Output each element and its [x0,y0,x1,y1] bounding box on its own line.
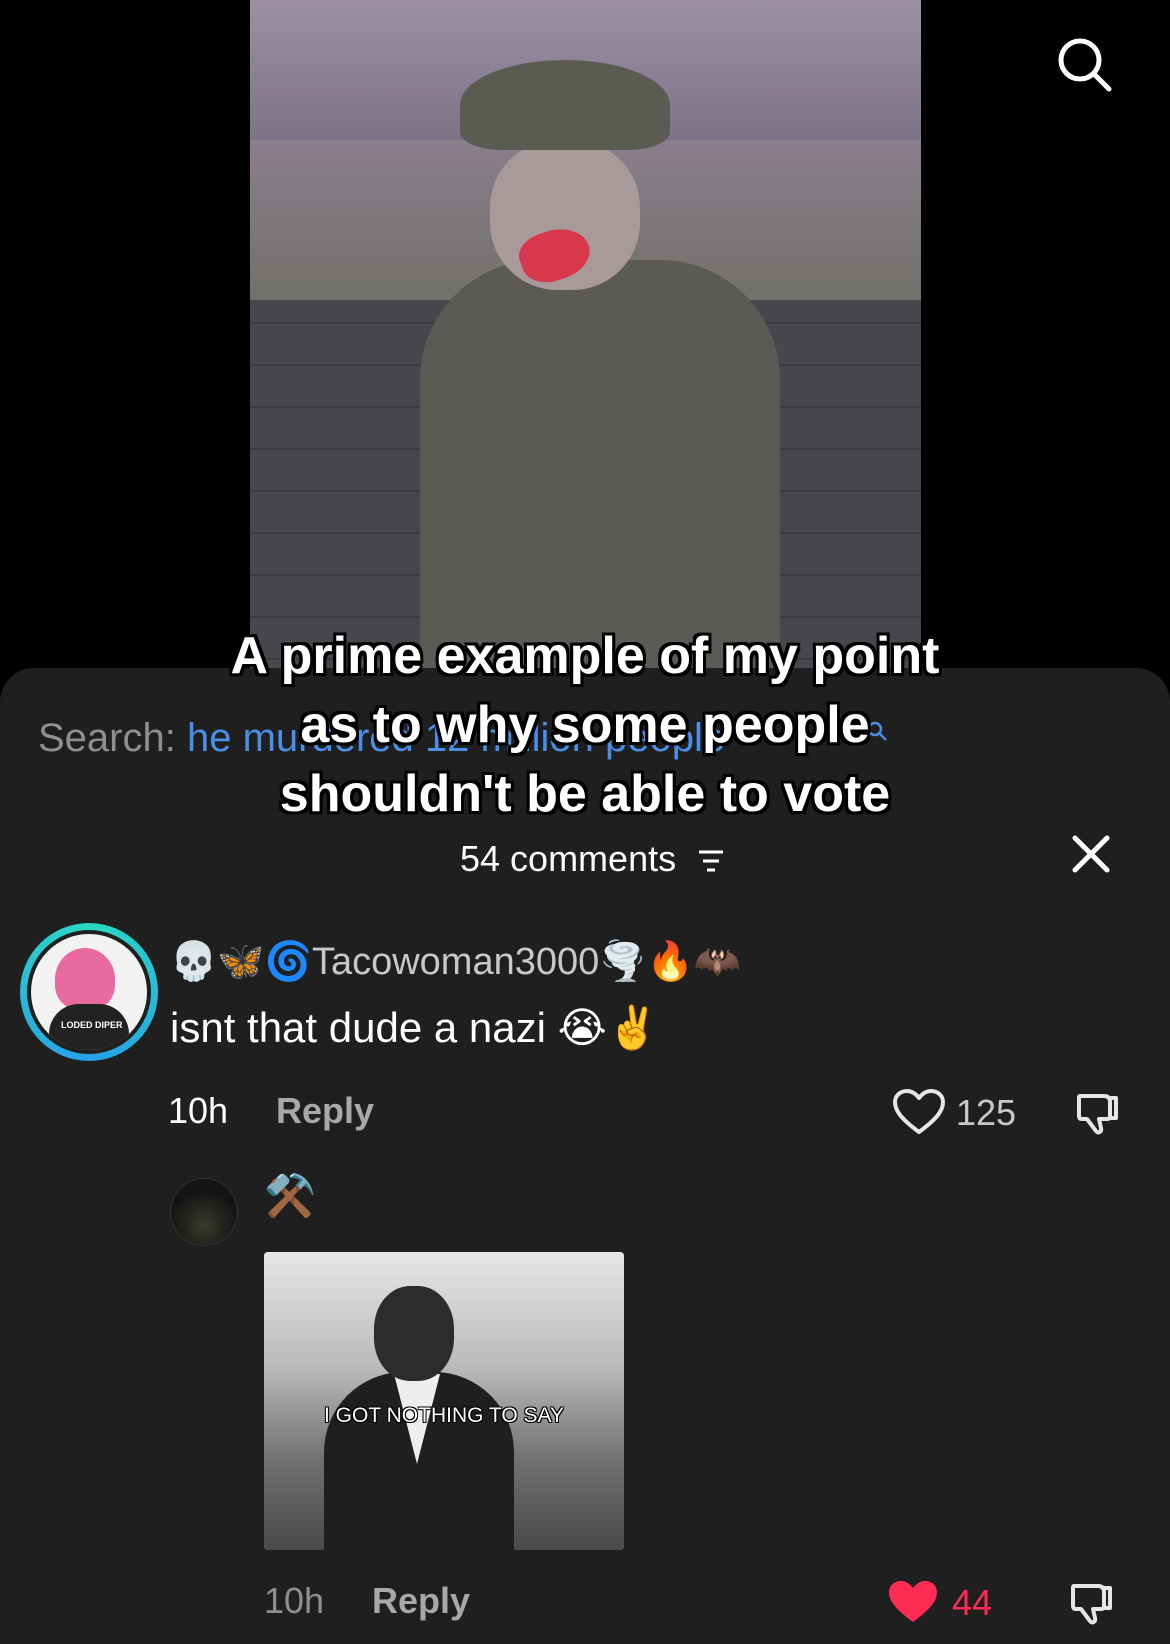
comment-text: isnt that dude a nazi 😭✌️ [170,1004,659,1051]
close-icon[interactable] [1069,832,1113,876]
gif-caption: I GOT NOTHING TO SAY [324,1404,564,1427]
avatar-text: LODED DIPER [61,1020,123,1030]
comment-username[interactable]: ⚒️ [264,1172,316,1221]
reply-button[interactable]: Reply [372,1580,470,1622]
comment-count[interactable]: 54 comments [460,838,726,880]
comment-count-text: 54 comments [460,838,677,879]
search-icon[interactable] [1054,34,1114,94]
video-player[interactable] [250,0,921,700]
comment-time: 10h [168,1090,229,1131]
comment-gif[interactable]: I GOT NOTHING TO SAY [264,1252,624,1550]
avatar[interactable] [170,1178,238,1246]
video-figure [420,60,780,700]
like-count: 44 [952,1582,993,1623]
dislike-icon[interactable] [1072,1088,1122,1138]
filter-lines-icon[interactable] [696,848,726,874]
video-caption: A prime example of my point as to why so… [230,627,940,823]
heart-icon[interactable] [892,1088,946,1136]
reply-button[interactable]: Reply [276,1090,374,1132]
avatar[interactable]: LODED DIPER [20,923,158,1061]
comment-time: 10h [264,1580,325,1621]
heart-filled-icon[interactable] [886,1578,940,1626]
comment-username[interactable]: 💀🦋🌀Tacowoman3000🌪️🔥🦇 [170,940,741,984]
like-count: 125 [956,1092,1017,1133]
dislike-icon[interactable] [1066,1578,1116,1628]
search-label: Search: [38,716,176,760]
